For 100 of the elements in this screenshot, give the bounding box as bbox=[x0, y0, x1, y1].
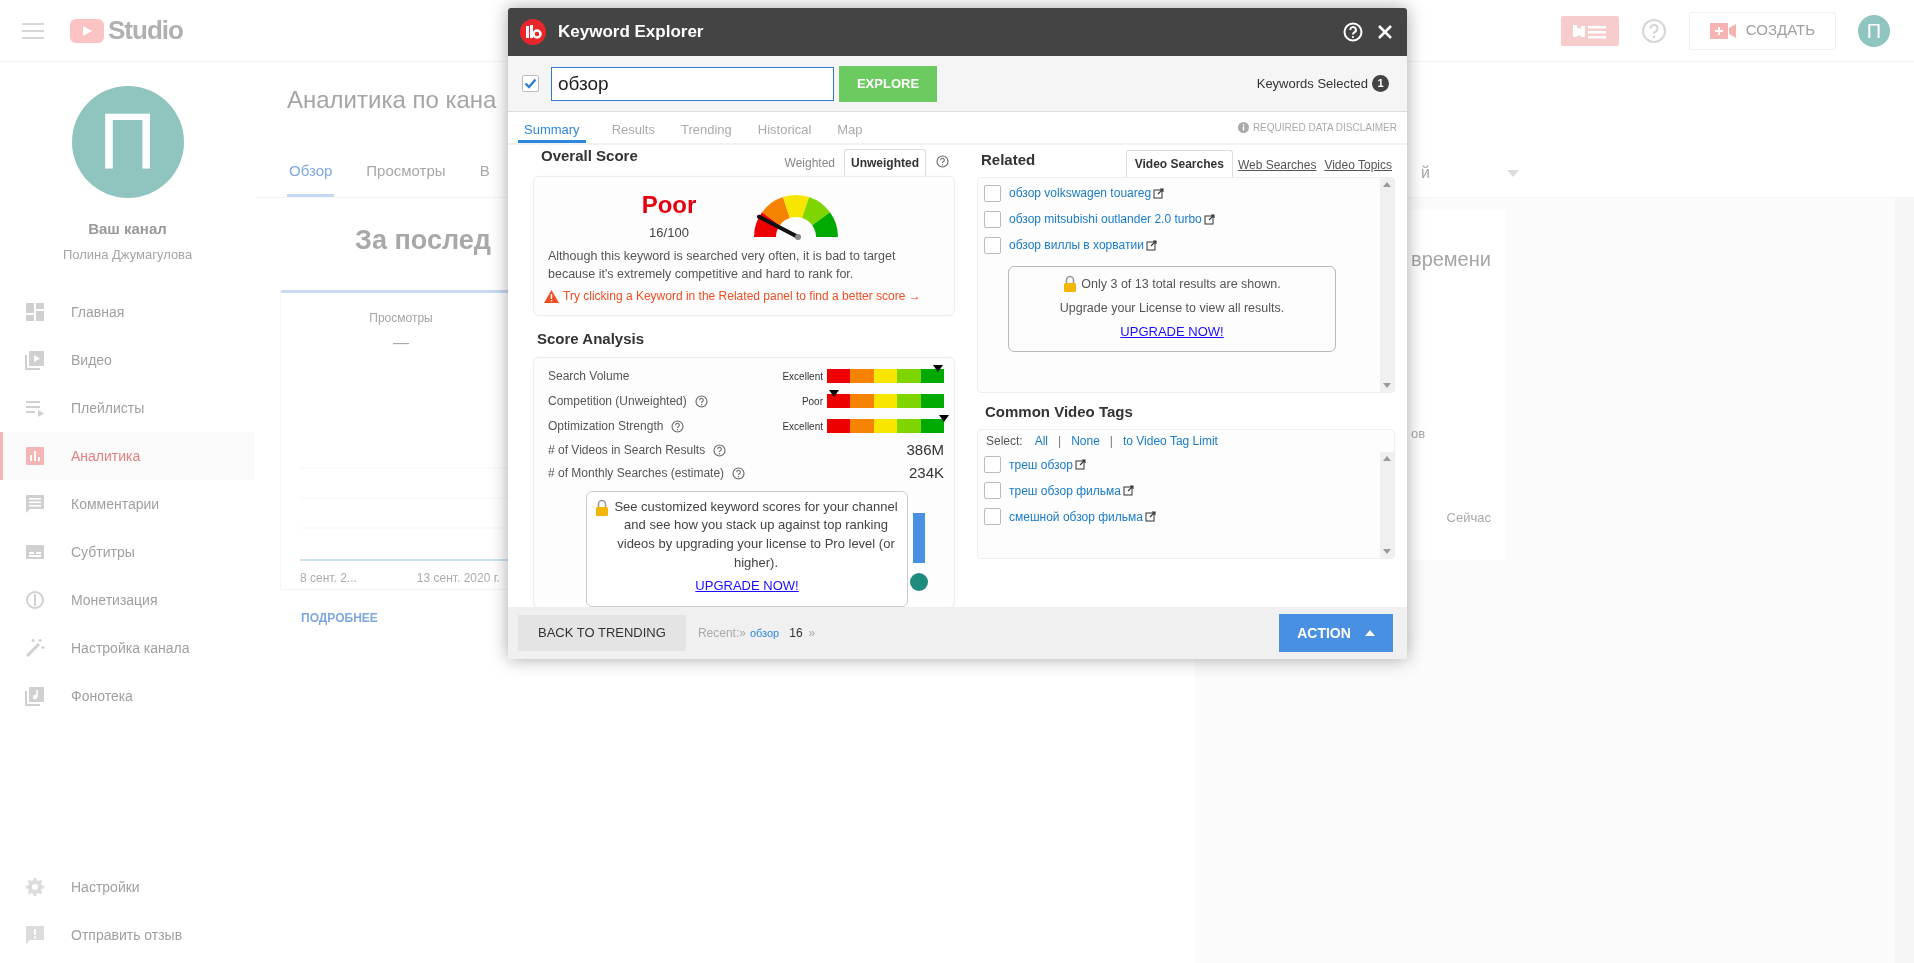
external-link-icon bbox=[1203, 213, 1215, 225]
action-button[interactable]: ACTION bbox=[1279, 614, 1393, 652]
scrollbar[interactable] bbox=[1380, 451, 1394, 558]
sidebar-item[interactable]: Видео bbox=[0, 336, 255, 384]
sidebar-item[interactable]: Аналитика bbox=[0, 432, 255, 480]
keyword-link[interactable]: смешной обзор фильма bbox=[1009, 507, 1143, 526]
checkbox[interactable] bbox=[522, 75, 539, 92]
logo-text: Studio bbox=[108, 14, 183, 47]
avatar[interactable]: П bbox=[1858, 14, 1890, 47]
tab[interactable]: Trending bbox=[681, 112, 732, 143]
period-dropdown[interactable]: й bbox=[1421, 161, 1519, 197]
tab[interactable]: Historical bbox=[757, 112, 812, 143]
upgrade-link[interactable]: UPGRADE NOW! bbox=[1120, 324, 1224, 342]
upgrade-link[interactable]: UPGRADE NOW! bbox=[695, 576, 799, 596]
metric-label: Optimization Strength bbox=[548, 418, 664, 435]
description-text: Although this keyword is searched very often, it is bad to target because it's extremely competitive and hard to rank for. bbox=[547, 248, 897, 283]
menu-icon bbox=[1572, 22, 1607, 39]
checkbox[interactable] bbox=[984, 482, 1001, 499]
card-title: времени bbox=[1411, 247, 1491, 272]
keyword-link[interactable]: обзор виллы в хорватии bbox=[1009, 236, 1144, 254]
scrollbar[interactable] bbox=[1380, 178, 1394, 392]
info-icon bbox=[1237, 122, 1249, 133]
feedback-icon bbox=[25, 925, 45, 945]
tab[interactable]: Results bbox=[611, 112, 655, 143]
create-button[interactable]: СОЗДАТЬ bbox=[1688, 11, 1836, 50]
separator-text: | bbox=[1109, 432, 1113, 450]
tab[interactable]: Web Searches bbox=[1234, 153, 1320, 177]
section-heading: Common Video Tags bbox=[985, 402, 1134, 422]
keyword-link[interactable]: треш обзор фильма bbox=[1009, 481, 1121, 500]
close-icon[interactable] bbox=[1377, 24, 1393, 40]
subtitles-icon bbox=[25, 542, 45, 562]
sidebar-item[interactable]: Фонотека bbox=[0, 672, 255, 720]
sidebar-item[interactable]: Комментарии bbox=[0, 480, 255, 528]
checkbox[interactable] bbox=[984, 236, 1001, 254]
checkbox[interactable] bbox=[984, 210, 1001, 228]
axis-label: 13 сент. 2020 г. bbox=[416, 570, 500, 587]
sidebar-item[interactable]: Настройки bbox=[0, 863, 255, 911]
scroll-up-icon[interactable] bbox=[1383, 455, 1391, 461]
sidebar-item[interactable]: Монетизация bbox=[0, 576, 255, 624]
channel-avatar[interactable]: П bbox=[71, 86, 184, 198]
bar-chart-icon bbox=[25, 446, 45, 466]
explore-button[interactable]: EXPLORE bbox=[839, 65, 937, 102]
recent-label: Recent:» bbox=[697, 625, 746, 642]
toolbar-button[interactable] bbox=[1560, 15, 1619, 46]
axis-label: 8 сент. 2... bbox=[300, 570, 357, 587]
sidebar-item[interactable]: Отправить отзыв bbox=[0, 911, 255, 959]
separator-text: | bbox=[1058, 432, 1062, 450]
stat-label: # of Monthly Searches (estimate) bbox=[548, 465, 725, 482]
notice-text: Upgrade your License to view all results. bbox=[1058, 300, 1286, 317]
tab[interactable]: Просмотры bbox=[364, 159, 448, 197]
select-link[interactable]: to Video Tag Limit bbox=[1122, 431, 1218, 450]
caret-down-icon bbox=[1507, 169, 1519, 177]
keyword-link[interactable]: треш обзор bbox=[1009, 455, 1073, 474]
section-heading: Overall Score bbox=[541, 146, 638, 166]
metric-label: Просмотры bbox=[369, 310, 433, 327]
sidebar-item[interactable]: Главная bbox=[0, 288, 255, 336]
checkbox[interactable] bbox=[984, 184, 1001, 202]
metric-label: ов bbox=[1411, 425, 1426, 443]
sidebar-item[interactable]: Субтитры bbox=[0, 528, 255, 576]
select-link[interactable]: All bbox=[1034, 431, 1049, 450]
check-icon bbox=[524, 78, 537, 89]
keyword-link[interactable]: обзор volkswagen touareg bbox=[1009, 184, 1152, 202]
tab[interactable]: Video Searches bbox=[1125, 150, 1233, 177]
external-link-icon bbox=[1153, 187, 1165, 199]
tab[interactable]: Video Topics bbox=[1321, 153, 1395, 177]
more-link[interactable]: » bbox=[808, 624, 816, 642]
checkbox[interactable] bbox=[984, 456, 1001, 473]
caret-up-icon bbox=[1364, 630, 1375, 636]
scroll-down-icon[interactable] bbox=[1383, 383, 1391, 388]
help-icon bbox=[936, 154, 949, 168]
scroll-down-icon[interactable] bbox=[1383, 548, 1391, 554]
time-label: Сейчас bbox=[1446, 508, 1491, 527]
scroll-up-icon[interactable] bbox=[1383, 182, 1391, 187]
external-link-icon bbox=[1074, 459, 1086, 470]
sidebar-item[interactable]: Плейлисты bbox=[0, 384, 255, 432]
tab[interactable]: Map bbox=[837, 112, 863, 143]
count-badge: 1 bbox=[1372, 75, 1389, 92]
playlist-icon bbox=[25, 398, 45, 418]
keyword-field[interactable]: обзор bbox=[551, 66, 834, 101]
checkbox[interactable] bbox=[984, 508, 1001, 525]
tab[interactable]: Summary bbox=[518, 112, 586, 143]
tab[interactable]: В bbox=[477, 159, 492, 197]
back-button[interactable]: BACK TO TRENDING bbox=[518, 615, 686, 651]
toggle-tab[interactable]: Weighted bbox=[777, 148, 842, 176]
details-link[interactable]: ПОДРОБНЕЕ bbox=[301, 609, 378, 627]
section-heading: Score Analysis bbox=[537, 329, 645, 349]
sidebar-item[interactable]: Настройка канала bbox=[0, 624, 255, 672]
tip-text: Try clicking a Keyword in the Related panel to find a better score → bbox=[563, 288, 921, 305]
help-icon bbox=[732, 466, 746, 480]
tab[interactable]: Обзор bbox=[287, 159, 335, 197]
external-link-icon bbox=[1145, 511, 1156, 522]
recent-link[interactable]: обзор bbox=[749, 624, 780, 642]
disclaimer-link[interactable]: REQUIRED DATA DISCLAIMER bbox=[1252, 120, 1397, 135]
period-heading: За послед bbox=[355, 224, 491, 256]
metric-label: Competition (Unweighted) bbox=[548, 393, 687, 410]
lock-icon bbox=[1063, 275, 1078, 292]
toggle-tab[interactable]: Unweighted bbox=[844, 148, 926, 176]
rating-label: Excellent bbox=[782, 419, 823, 434]
keyword-link[interactable]: обзор mitsubishi outlander 2.0 turbo bbox=[1009, 210, 1202, 228]
select-link[interactable]: None bbox=[1071, 431, 1100, 450]
